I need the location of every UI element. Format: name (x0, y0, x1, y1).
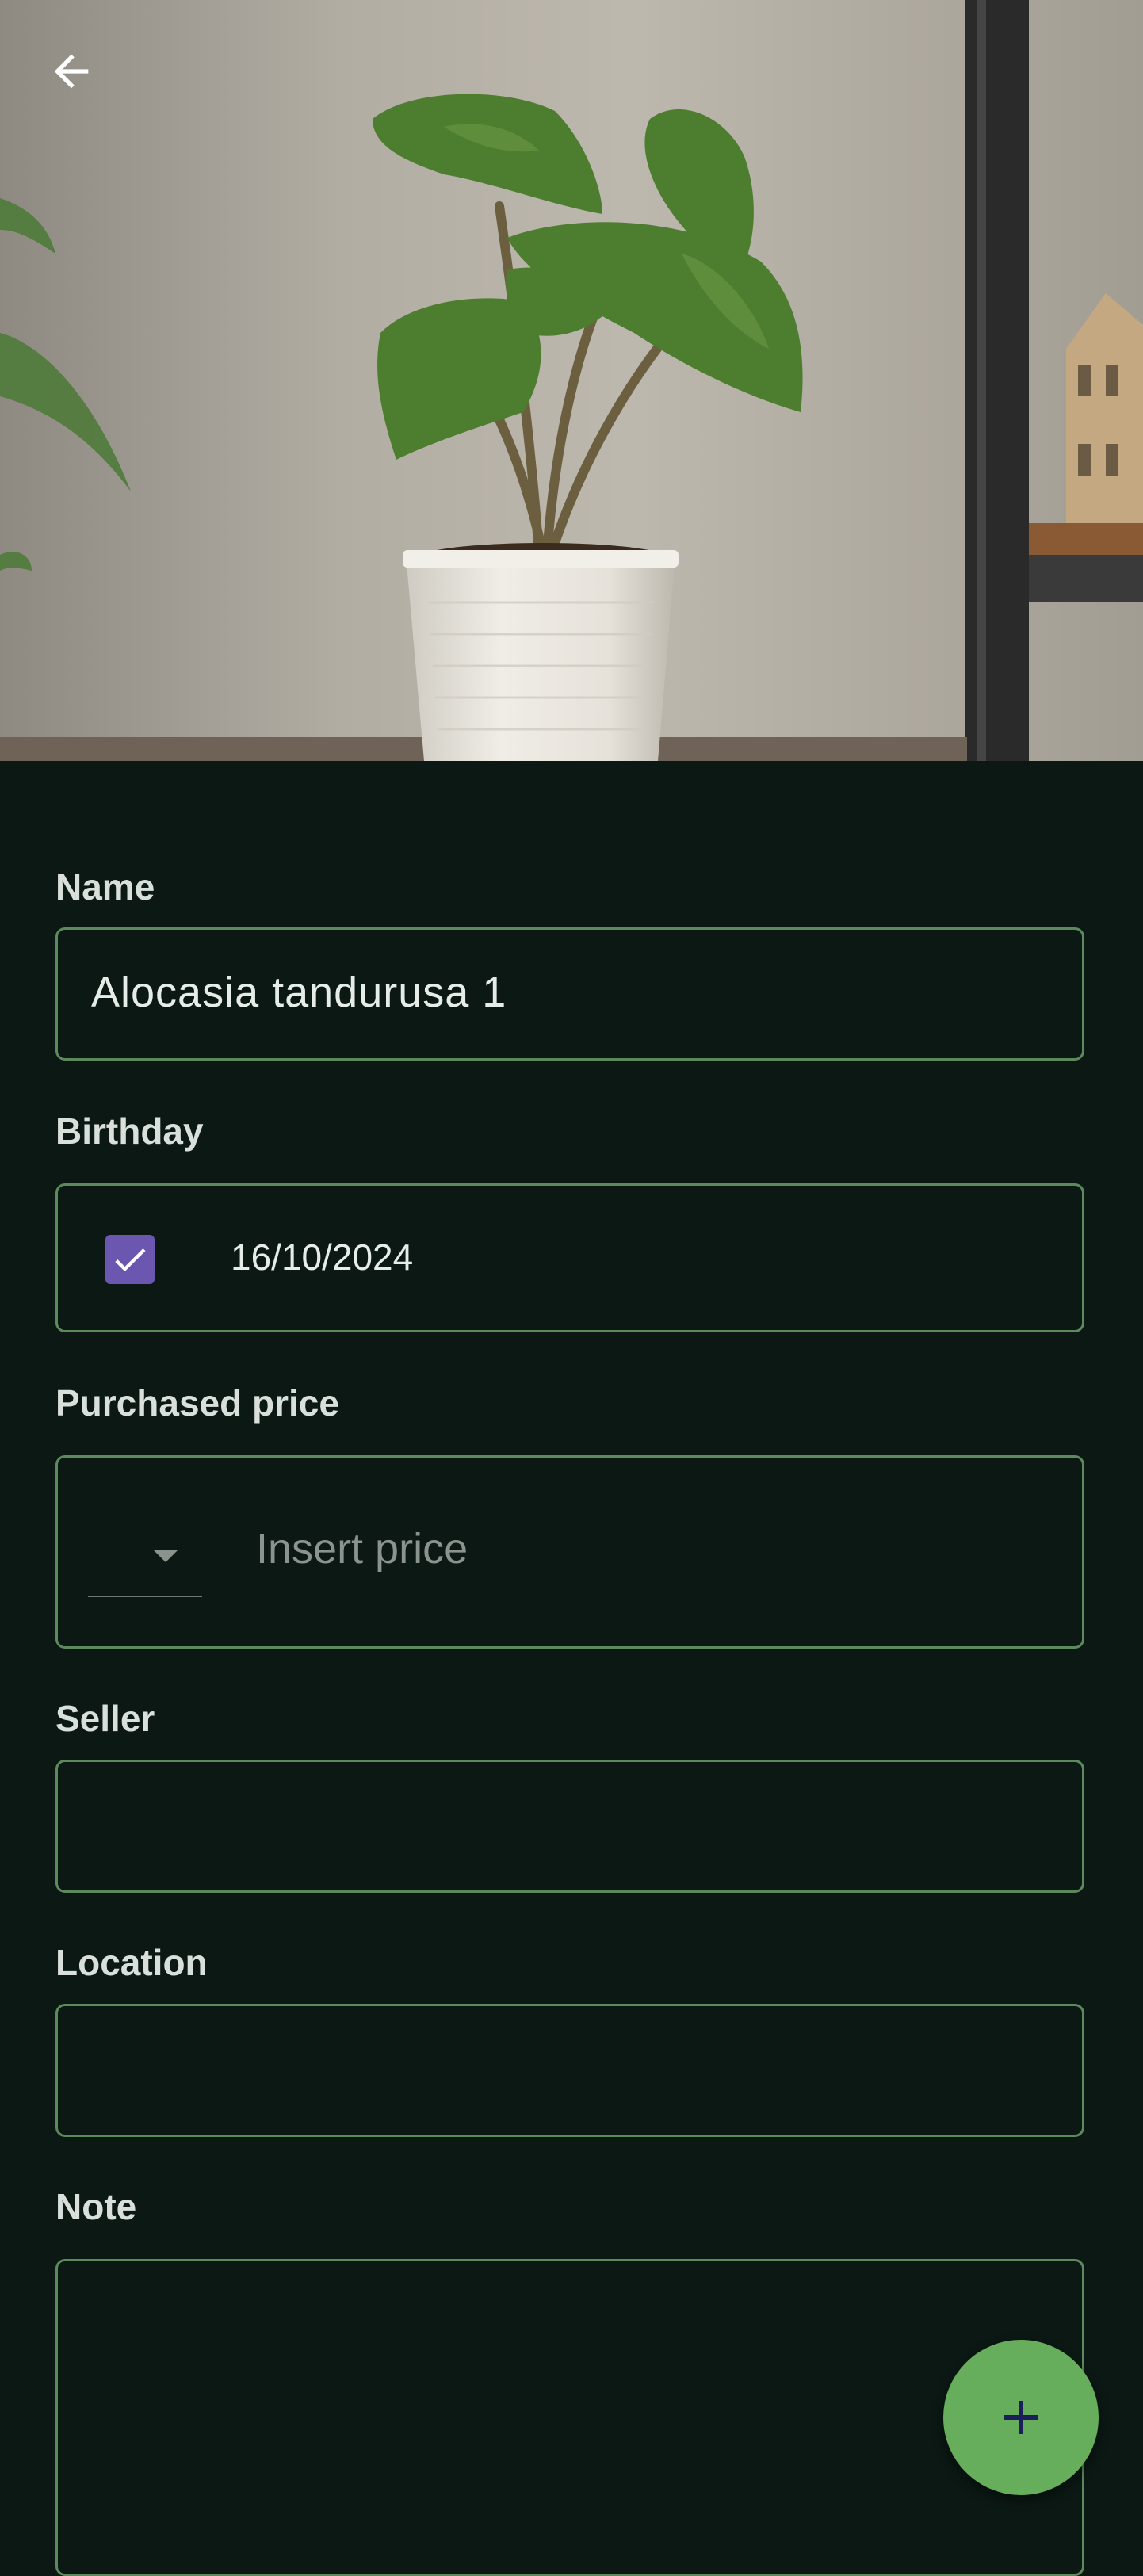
name-field[interactable]: Alocasia tandurusa 1 (55, 927, 1084, 1061)
birthday-field[interactable]: 16/10/2024 (55, 1183, 1084, 1332)
plus-icon (1004, 2401, 1038, 2434)
back-button[interactable] (46, 46, 122, 122)
name-value: Alocasia tandurusa 1 (91, 969, 507, 1016)
name-label: Name (55, 866, 155, 908)
birthday-date: 16/10/2024 (231, 1236, 414, 1278)
location-field[interactable] (55, 2004, 1084, 2137)
note-field[interactable] (55, 2259, 1084, 2576)
seller-field[interactable] (55, 1760, 1084, 1893)
birthday-label: Birthday (55, 1110, 204, 1152)
purchased-price-label: Purchased price (55, 1382, 339, 1424)
dropdown-caret-icon (153, 1550, 178, 1562)
checkmark-icon (115, 1248, 146, 1272)
seller-label: Seller (55, 1698, 155, 1739)
note-label: Note (55, 2186, 137, 2227)
currency-dropdown[interactable] (88, 1519, 202, 1597)
location-label: Location (55, 1942, 208, 1983)
purchased-price-field: Insert price (55, 1455, 1084, 1649)
price-input[interactable]: Insert price (256, 1524, 468, 1573)
arrow-left-icon (54, 54, 89, 89)
plant-photo (0, 0, 1143, 761)
add-fab-button[interactable] (943, 2340, 1099, 2495)
birthday-checkbox[interactable] (105, 1235, 155, 1284)
plant-photo-illustration (0, 0, 1143, 761)
